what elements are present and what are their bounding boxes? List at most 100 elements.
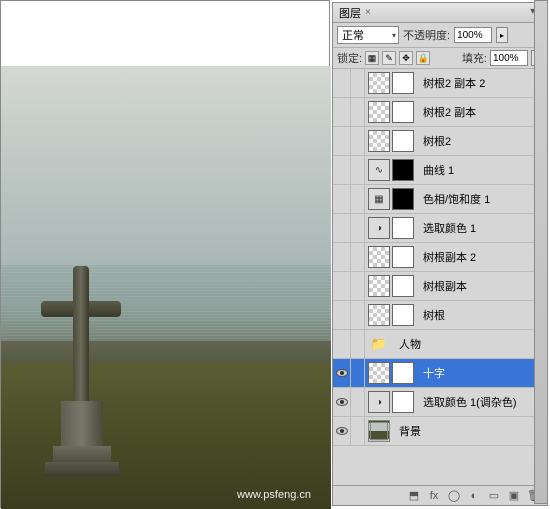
lock-pixels-icon[interactable]: ✎	[382, 51, 396, 65]
adjustment-icon: ▦	[368, 188, 390, 210]
link-column[interactable]	[351, 127, 365, 155]
visibility-toggle[interactable]	[333, 301, 351, 329]
layer-thumbnails	[365, 304, 417, 326]
link-column[interactable]	[351, 243, 365, 271]
layer-name-label[interactable]: 树根副本 2	[417, 249, 476, 265]
layer-mask-thumbnail	[392, 304, 414, 326]
layer-name-label[interactable]: 树根2 副本	[417, 104, 476, 120]
new-group-icon[interactable]: ▭	[487, 489, 501, 503]
link-column[interactable]	[351, 301, 365, 329]
layer-mask-thumbnail	[392, 391, 414, 413]
layer-row[interactable]: 树根2 副本 2	[333, 69, 547, 98]
link-column[interactable]	[351, 185, 365, 213]
layer-mask-thumbnail	[392, 159, 414, 181]
layer-row[interactable]: 树根2 副本	[333, 98, 547, 127]
layer-row[interactable]: 树根	[333, 301, 547, 330]
layer-thumbnails	[365, 420, 393, 442]
visibility-toggle[interactable]	[333, 359, 351, 387]
layer-row[interactable]: 树根副本 2	[333, 243, 547, 272]
visibility-toggle[interactable]	[333, 156, 351, 184]
eye-icon	[336, 369, 348, 377]
visibility-toggle[interactable]	[333, 417, 351, 445]
layer-name-label[interactable]: 十字	[417, 365, 445, 381]
adjustment-icon: ◑	[368, 217, 390, 239]
layer-row[interactable]: ◑ 选取颜色 1	[333, 214, 547, 243]
opacity-value: 100%	[457, 30, 483, 41]
opacity-input[interactable]: 100%	[454, 27, 492, 43]
fill-label: 填充:	[462, 50, 487, 66]
visibility-toggle[interactable]	[333, 98, 351, 126]
visibility-toggle[interactable]	[333, 243, 351, 271]
layer-mask-thumbnail	[392, 130, 414, 152]
opacity-label: 不透明度:	[403, 27, 450, 43]
lock-all-icon[interactable]: 🔒	[416, 51, 430, 65]
visibility-toggle[interactable]	[333, 214, 351, 242]
visibility-toggle[interactable]	[333, 185, 351, 213]
layer-thumbnails	[365, 101, 417, 123]
folder-icon: 📁	[368, 333, 390, 355]
layer-name-label[interactable]: 树根副本	[417, 278, 467, 294]
visibility-toggle[interactable]	[333, 330, 351, 358]
link-column[interactable]	[351, 330, 365, 358]
adjustment-layer-icon[interactable]: ◐	[467, 489, 481, 503]
fill-input[interactable]: 100%	[490, 50, 528, 66]
layer-name-label[interactable]: 背景	[393, 423, 421, 439]
link-column[interactable]	[351, 272, 365, 300]
layer-name-label[interactable]: 选取颜色 1(调杂色)	[417, 394, 517, 410]
layer-row[interactable]: 背景	[333, 417, 547, 446]
layer-name-label[interactable]: 树根2 副本 2	[417, 75, 485, 91]
link-layers-icon[interactable]: ⬒	[407, 489, 421, 503]
layer-mask-thumbnail	[392, 101, 414, 123]
new-layer-icon[interactable]: ▣	[507, 489, 521, 503]
layer-name-label[interactable]: 色相/饱和度 1	[417, 191, 490, 207]
add-mask-icon[interactable]: ◯	[447, 489, 461, 503]
link-column[interactable]	[351, 156, 365, 184]
layer-name-label[interactable]: 曲线 1	[417, 162, 454, 178]
layer-row[interactable]: 📁人物	[333, 330, 547, 359]
document-canvas[interactable]: www.psfeng.cn	[0, 0, 330, 508]
link-column[interactable]	[351, 98, 365, 126]
lock-position-icon[interactable]: ✥	[399, 51, 413, 65]
layers-list[interactable]: 树根2 副本 2 树根2 副本树根2 ∿曲线 1 ▦ 色相/饱和度 1 ◑ 选取颜色 1 树根…	[333, 69, 547, 485]
layer-row[interactable]: ▦ 色相/饱和度 1	[333, 185, 547, 214]
layer-name-label[interactable]: 树根2	[417, 133, 451, 149]
layer-thumbnail	[368, 362, 390, 384]
visibility-toggle[interactable]	[333, 388, 351, 416]
visibility-toggle[interactable]	[333, 127, 351, 155]
blend-mode-dropdown[interactable]: 正常	[337, 26, 399, 44]
link-column[interactable]	[351, 388, 365, 416]
layer-name-label[interactable]: 树根	[417, 307, 445, 323]
link-column[interactable]	[351, 359, 365, 387]
layer-mask-thumbnail	[392, 246, 414, 268]
layer-name-label[interactable]: 人物	[393, 336, 421, 352]
panel-tab-close-icon[interactable]: ×	[365, 7, 371, 18]
layer-thumbnails: 📁	[365, 333, 393, 355]
lock-fill-row: 锁定: ▦ ✎ ✥ 🔒 填充: 100% ▸	[333, 48, 547, 69]
layer-thumbnail	[368, 101, 390, 123]
visibility-toggle[interactable]	[333, 69, 351, 97]
panel-dock-strip[interactable]	[534, 0, 548, 504]
layer-mask-thumbnail	[392, 275, 414, 297]
blend-opacity-row: 正常 不透明度: 100% ▸	[333, 23, 547, 48]
layer-row[interactable]: 十字	[333, 359, 547, 388]
blend-mode-value: 正常	[342, 27, 364, 43]
canvas-artwork: www.psfeng.cn	[1, 66, 331, 509]
panel-tab-layers[interactable]: 图层 × ▾ ⎯	[333, 3, 547, 23]
layer-row[interactable]: ∿曲线 1	[333, 156, 547, 185]
layer-style-icon[interactable]: fx	[427, 489, 441, 503]
layer-name-label[interactable]: 选取颜色 1	[417, 220, 476, 236]
layer-mask-thumbnail	[392, 362, 414, 384]
layer-row[interactable]: 树根2	[333, 127, 547, 156]
link-column[interactable]	[351, 69, 365, 97]
link-column[interactable]	[351, 417, 365, 445]
panel-tab-label: 图层	[339, 5, 361, 21]
visibility-toggle[interactable]	[333, 272, 351, 300]
layer-row[interactable]: ◑选取颜色 1(调杂色)	[333, 388, 547, 417]
layer-row[interactable]: 树根副本	[333, 272, 547, 301]
lock-transparency-icon[interactable]: ▦	[365, 51, 379, 65]
layer-thumbnail	[368, 304, 390, 326]
link-column[interactable]	[351, 214, 365, 242]
opacity-flyout-icon[interactable]: ▸	[496, 27, 508, 43]
layer-thumbnails	[365, 72, 417, 94]
layer-mask-thumbnail	[392, 188, 414, 210]
